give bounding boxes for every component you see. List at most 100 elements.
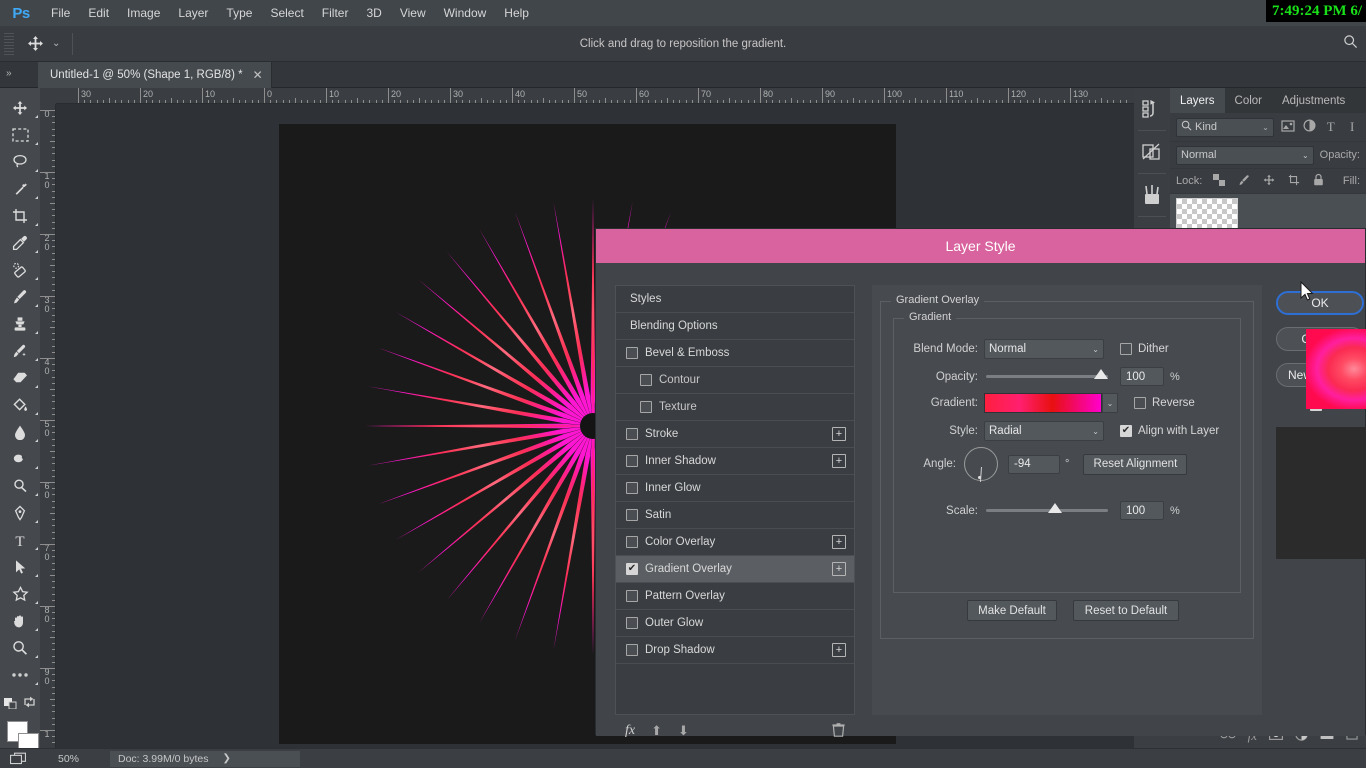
transparency-lock-icon[interactable] <box>1210 173 1227 189</box>
effect-item-styles[interactable]: Styles <box>616 286 854 313</box>
move-effect-up-icon[interactable]: ⬆ <box>651 723 662 739</box>
tool-dodge-tool[interactable] <box>0 472 40 499</box>
filter-kind-select[interactable]: Kind ⌄ <box>1176 117 1274 137</box>
effect-item-bevel-emboss[interactable]: Bevel & Emboss <box>616 340 854 367</box>
align-with-layer-row[interactable]: Align with Layer <box>1120 425 1219 437</box>
effect-checkbox[interactable] <box>626 347 638 359</box>
ok-button[interactable]: OK <box>1276 291 1364 315</box>
brushes-panel-icon[interactable] <box>1134 174 1170 216</box>
actions-panel-icon[interactable] <box>1134 131 1170 173</box>
effect-checkbox[interactable] <box>626 617 638 629</box>
fx-icon[interactable]: fx <box>625 723 635 739</box>
layer-blend-mode-select[interactable]: Normal ⌄ <box>1176 145 1314 165</box>
dither-checkbox[interactable] <box>1120 343 1132 355</box>
panel-tab-layers[interactable]: Layers <box>1170 88 1225 113</box>
effect-item-color-overlay[interactable]: Color Overlay + <box>616 529 854 556</box>
menu-item-edit[interactable]: Edit <box>79 2 118 24</box>
effect-item-outer-glow[interactable]: Outer Glow <box>616 610 854 637</box>
screen-mode-icon[interactable] <box>0 752 40 766</box>
tool-spot-healing-brush-tool[interactable] <box>0 256 40 283</box>
reset-to-default-button[interactable]: Reset to Default <box>1073 600 1179 621</box>
effect-checkbox[interactable] <box>626 536 638 548</box>
add-effect-instance-button[interactable]: + <box>832 643 846 657</box>
menu-item-help[interactable]: Help <box>495 2 538 24</box>
paint-lock-icon[interactable] <box>1235 174 1252 189</box>
tool-custom-shape-tool[interactable] <box>0 580 40 607</box>
gradient-picker-chevron-icon[interactable]: ⌄ <box>1102 393 1118 413</box>
reverse-checkbox[interactable] <box>1134 397 1146 409</box>
tool-type-tool[interactable]: T <box>0 526 40 553</box>
menu-item-window[interactable]: Window <box>435 2 496 24</box>
tool-clone-stamp-tool[interactable] <box>0 310 40 337</box>
tool-crop-tool[interactable] <box>0 202 40 229</box>
vertical-ruler[interactable]: 0 10 20 30 40 50 60 70 80 90 1 <box>40 104 56 748</box>
tool-lasso-tool[interactable] <box>0 148 40 175</box>
tool-zoom-tool[interactable] <box>0 634 40 661</box>
effect-checkbox[interactable] <box>626 482 638 494</box>
align-with-layer-checkbox[interactable] <box>1120 425 1132 437</box>
horizontal-ruler[interactable]: 30 20 10 0 10 20 30 40 50 60 70 80 90 100 110 120 130 <box>40 88 1134 104</box>
opacity-slider[interactable] <box>986 369 1108 379</box>
effect-checkbox[interactable] <box>626 428 638 440</box>
dither-checkbox-row[interactable]: Dither <box>1120 343 1169 355</box>
effect-item-contour[interactable]: Contour <box>616 367 854 394</box>
dialog-title-bar[interactable]: Layer Style <box>596 229 1365 263</box>
tool-brush-tool[interactable] <box>0 283 40 310</box>
menu-item-type[interactable]: Type <box>217 2 261 24</box>
document-info[interactable]: Doc: 3.99M/0 bytes ❯ <box>110 750 300 767</box>
type-layer-filter-icon[interactable]: T <box>1323 119 1339 135</box>
all-lock-icon[interactable] <box>1310 173 1327 189</box>
panel-tab-adjustments[interactable]: Adjustments <box>1272 88 1355 113</box>
tool-hand-tool[interactable] <box>0 607 40 634</box>
opacity-input[interactable]: 100 <box>1120 367 1164 386</box>
effect-item-satin[interactable]: Satin <box>616 502 854 529</box>
shape-layer-filter-icon[interactable]: I <box>1344 119 1360 135</box>
tool-pen-tool[interactable] <box>0 499 40 526</box>
chevron-down-icon[interactable]: ⌄ <box>1086 427 1099 436</box>
effect-checkbox[interactable] <box>626 563 638 575</box>
chevron-down-icon[interactable]: ⌄ <box>1296 151 1309 160</box>
effect-checkbox[interactable] <box>626 590 638 602</box>
add-effect-instance-button[interactable]: + <box>832 562 846 576</box>
tool-paint-bucket-tool[interactable] <box>0 391 40 418</box>
blend-mode-select[interactable]: Normal ⌄ <box>984 339 1104 359</box>
collapse-panels-icon[interactable]: » <box>6 68 12 79</box>
add-effect-instance-button[interactable]: + <box>832 535 846 549</box>
effect-checkbox[interactable] <box>626 644 638 656</box>
menu-item-filter[interactable]: Filter <box>313 2 358 24</box>
opacity-slider-thumb[interactable] <box>1094 369 1108 379</box>
tool-move-tool[interactable] <box>0 94 40 121</box>
default-colors-and-swap-icons[interactable] <box>0 688 40 715</box>
effect-item-gradient-overlay[interactable]: Gradient Overlay + <box>616 556 854 583</box>
search-icon[interactable] <box>1343 34 1358 53</box>
effect-item-stroke[interactable]: Stroke + <box>616 421 854 448</box>
tool-eyedropper-tool[interactable] <box>0 229 40 256</box>
more-tools-icon[interactable] <box>0 661 40 688</box>
scale-input[interactable]: 100 <box>1120 501 1164 520</box>
tool-path-selection-tool[interactable] <box>0 553 40 580</box>
effect-item-inner-shadow[interactable]: Inner Shadow + <box>616 448 854 475</box>
angle-input[interactable]: -94 <box>1008 454 1060 474</box>
tool-eraser-tool[interactable] <box>0 364 40 391</box>
effects-list[interactable]: Styles Blending Options Bevel & Emboss Cont… <box>615 285 855 715</box>
menu-item-layer[interactable]: Layer <box>169 2 217 24</box>
scale-slider-thumb[interactable] <box>1048 503 1062 513</box>
menu-item-3d[interactable]: 3D <box>357 2 390 24</box>
effect-checkbox[interactable] <box>626 455 638 467</box>
add-effect-instance-button[interactable]: + <box>832 454 846 468</box>
reset-alignment-button[interactable]: Reset Alignment <box>1083 453 1188 475</box>
gradient-preview-swatch[interactable] <box>984 393 1102 413</box>
effect-checkbox[interactable] <box>640 401 652 413</box>
effect-item-pattern-overlay[interactable]: Pattern Overlay <box>616 583 854 610</box>
close-icon[interactable]: ✕ <box>253 68 263 82</box>
angle-dial[interactable] <box>964 447 998 482</box>
reverse-checkbox-row[interactable]: Reverse <box>1134 397 1195 409</box>
chevron-down-icon[interactable]: ⌄ <box>1262 123 1269 132</box>
scale-slider[interactable] <box>986 503 1108 513</box>
pixel-layer-filter-icon[interactable] <box>1280 119 1296 135</box>
effect-checkbox[interactable] <box>626 509 638 521</box>
panel-tab-color[interactable]: Color <box>1225 88 1272 113</box>
effect-item-blending-options[interactable]: Blending Options <box>616 313 854 340</box>
adjustment-layer-filter-icon[interactable] <box>1301 119 1317 135</box>
move-effect-down-icon[interactable]: ⬇ <box>678 723 689 739</box>
